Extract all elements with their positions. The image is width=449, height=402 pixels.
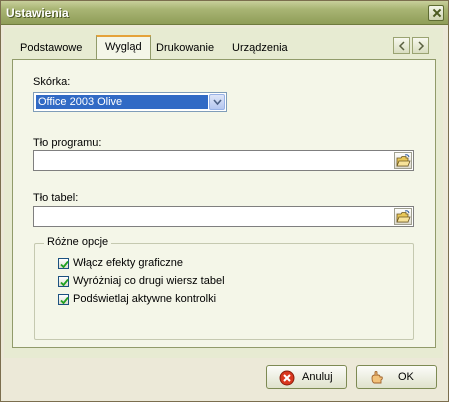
chevron-right-icon (418, 41, 425, 51)
options-groupbox: Różne opcje Włącz efekty graficzne Wyróż… (34, 236, 414, 340)
open-folder-icon (396, 154, 411, 167)
checkmark-icon (60, 260, 69, 269)
ok-button-label: OK (398, 371, 414, 383)
alternate-rows-label: Wyróżniaj co drugi wiersz tabel (73, 275, 225, 287)
tab-podstawowe[interactable]: Podstawowe (12, 38, 90, 58)
program-background-browse-button[interactable] (394, 152, 412, 169)
graphic-effects-label: Włącz efekty graficzne (73, 257, 184, 269)
cancel-button-label: Anuluj (302, 371, 333, 383)
cancel-button[interactable]: Anuluj (266, 365, 347, 389)
tab-scroll-left-button[interactable] (393, 37, 410, 54)
skin-select[interactable]: Office 2003 Olive (33, 92, 227, 112)
tab-wyglad[interactable]: Wygląd (96, 35, 151, 60)
checkmark-icon (60, 296, 69, 305)
highlight-active-label: Podświetlaj aktywne kontrolki (73, 293, 217, 305)
highlight-active-checkbox[interactable] (58, 294, 69, 305)
program-background-label: Tło programu: (33, 137, 102, 149)
table-background-browse-button[interactable] (394, 208, 412, 225)
window-title: Ustawienia (6, 6, 69, 20)
tab-drukowanie[interactable]: Drukowanie (148, 38, 222, 58)
skin-selected-value: Office 2003 Olive (36, 95, 208, 109)
alternate-rows-checkbox[interactable] (58, 276, 69, 287)
ok-button[interactable]: OK (356, 365, 437, 389)
checkmark-icon (60, 278, 69, 287)
ok-hand-icon (371, 371, 383, 384)
tab-urzadzenia[interactable]: Urządzenia (224, 38, 296, 58)
skin-label: Skórka: (33, 76, 71, 88)
table-background-label: Tło tabel: (33, 192, 79, 204)
options-legend: Różne opcje (44, 236, 112, 248)
cancel-icon (279, 370, 295, 386)
chevron-left-icon (398, 41, 405, 51)
open-folder-icon (396, 210, 411, 223)
skin-dropdown-button[interactable] (209, 94, 225, 110)
title-bar[interactable]: Ustawienia (1, 1, 448, 25)
table-background-field[interactable] (33, 206, 414, 227)
program-background-field[interactable] (33, 150, 414, 171)
tab-scroll-right-button[interactable] (412, 37, 429, 54)
close-button[interactable] (428, 5, 444, 21)
chevron-down-icon (213, 99, 222, 106)
graphic-effects-checkbox[interactable] (58, 258, 69, 269)
